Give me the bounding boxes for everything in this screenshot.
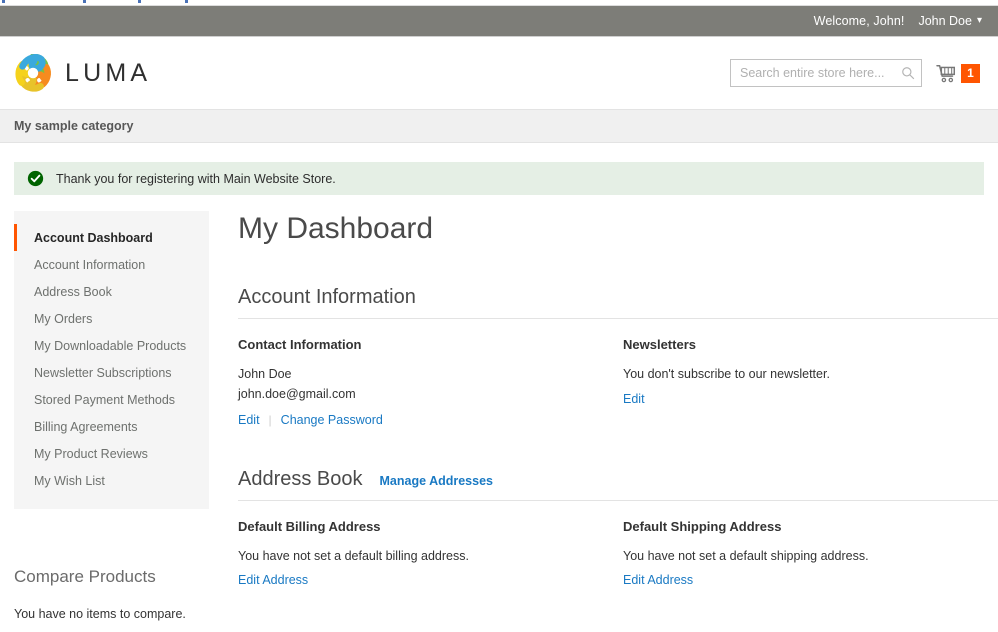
edit-billing-address-link[interactable]: Edit Address (238, 573, 623, 587)
newsletters-status: You don't subscribe to our newsletter. (623, 367, 830, 381)
sidebar: Account Dashboard Account Information Ad… (14, 211, 209, 621)
sidebar-item-my-product-reviews[interactable]: My Product Reviews (14, 440, 209, 467)
sidebar-item-my-downloadable-products[interactable]: My Downloadable Products (14, 332, 209, 359)
sidebar-item-label: Address Book (34, 284, 112, 299)
bookmark-fragment (83, 0, 86, 3)
success-message: Thank you for registering with Main Webs… (14, 162, 984, 195)
sidebar-item-label: My Orders (34, 311, 93, 326)
search-input[interactable] (740, 66, 901, 80)
main-content: My Dashboard Account Information Contact… (209, 211, 998, 621)
account-nav: Account Dashboard Account Information Ad… (14, 211, 209, 509)
sidebar-item-label: My Downloadable Products (34, 338, 187, 353)
edit-shipping-address-link[interactable]: Edit Address (623, 573, 998, 587)
edit-newsletter-link[interactable]: Edit (623, 392, 998, 406)
customer-name-label: John Doe (918, 14, 972, 28)
header-actions: 1 (730, 59, 980, 87)
cart-count-badge: 1 (961, 63, 980, 83)
contact-email: john.doe@gmail.com (238, 386, 356, 401)
default-billing-address-block: Default Billing Address You have not set… (238, 519, 623, 588)
page-title: My Dashboard (238, 212, 434, 245)
address-book-heading-text: Address Book (238, 467, 363, 490)
sidebar-item-label: My Product Reviews (34, 446, 148, 461)
success-message-text: Thank you for registering with Main Webs… (56, 171, 336, 186)
search-box[interactable] (730, 59, 922, 87)
account-information-columns: Contact Information John Doe john.doe@gm… (238, 337, 998, 427)
sidebar-item-label: Account Information (34, 257, 146, 272)
sidebar-item-account-information[interactable]: Account Information (14, 251, 209, 278)
page-wrapper: Thank you for registering with Main Webs… (0, 162, 998, 621)
contact-actions: Edit | Change Password (238, 413, 623, 427)
sidebar-item-account-dashboard[interactable]: Account Dashboard (14, 224, 209, 251)
customer-panel: Welcome, John! John Doe ▾ (0, 6, 998, 37)
address-book-heading: Address Book Manage Addresses (238, 468, 998, 501)
site-header: LUMA 1 (0, 37, 998, 109)
default-billing-address-title: Default Billing Address (238, 518, 381, 534)
sidebar-item-newsletter-subscriptions[interactable]: Newsletter Subscriptions (14, 359, 209, 386)
contact-name: John Doe (238, 367, 292, 381)
change-password-link[interactable]: Change Password (281, 413, 383, 427)
default-shipping-address-title: Default Shipping Address (623, 518, 782, 534)
nav-item-my-sample-category[interactable]: My sample category (14, 119, 134, 133)
account-information-heading-text: Account Information (238, 286, 416, 308)
newsletters-block: Newsletters You don't subscribe to our n… (623, 337, 998, 427)
sidebar-item-my-orders[interactable]: My Orders (14, 305, 209, 332)
sidebar-item-label: My Wish List (34, 473, 105, 488)
account-information-heading: Account Information (238, 286, 998, 319)
sidebar-item-label: Newsletter Subscriptions (34, 365, 172, 380)
sidebar-item-billing-agreements[interactable]: Billing Agreements (14, 413, 209, 440)
default-shipping-address-status: You have not set a default shipping addr… (623, 548, 869, 563)
logo-text: LUMA (65, 58, 152, 87)
default-billing-address-status: You have not set a default billing addre… (238, 548, 469, 563)
compare-products-title: Compare Products (14, 567, 156, 586)
link-divider: | (268, 412, 272, 427)
address-book-columns: Default Billing Address You have not set… (238, 519, 998, 588)
contact-information-block: Contact Information John Doe john.doe@gm… (238, 337, 623, 427)
luma-flower-logo (15, 54, 51, 92)
logo-link[interactable]: LUMA (14, 54, 151, 92)
customer-menu-toggle[interactable]: John Doe ▾ (918, 14, 982, 28)
sidebar-item-label: Account Dashboard (34, 230, 153, 245)
sidebar-item-stored-payment-methods[interactable]: Stored Payment Methods (14, 386, 209, 413)
sidebar-item-address-book[interactable]: Address Book (14, 278, 209, 305)
chevron-down-icon: ▾ (976, 15, 982, 26)
minicart-toggle[interactable]: 1 (936, 63, 980, 83)
search-icon[interactable] (901, 66, 915, 80)
default-shipping-address-block: Default Shipping Address You have not se… (623, 519, 998, 588)
sidebar-item-my-wish-list[interactable]: My Wish List (14, 467, 209, 494)
manage-addresses-link[interactable]: Manage Addresses (380, 474, 493, 488)
category-nav: My sample category (0, 109, 998, 143)
compare-products-empty-text: You have no items to compare. (14, 607, 186, 621)
newsletters-title: Newsletters (623, 337, 696, 352)
sidebar-item-label: Stored Payment Methods (34, 392, 176, 407)
compare-products-block: Compare Products You have no items to co… (14, 567, 209, 621)
browser-chrome-strip (0, 0, 998, 6)
welcome-message: Welcome, John! (813, 14, 905, 28)
bookmark-fragment (2, 0, 5, 3)
contact-information-title: Contact Information (238, 337, 362, 352)
edit-contact-link[interactable]: Edit (238, 413, 260, 427)
sidebar-item-label: Billing Agreements (34, 419, 138, 434)
shopping-cart-icon (936, 64, 956, 82)
bookmark-fragment (138, 0, 141, 3)
success-check-circle-icon (27, 170, 44, 187)
bookmark-fragment (185, 0, 188, 3)
columns: Account Dashboard Account Information Ad… (14, 211, 998, 621)
